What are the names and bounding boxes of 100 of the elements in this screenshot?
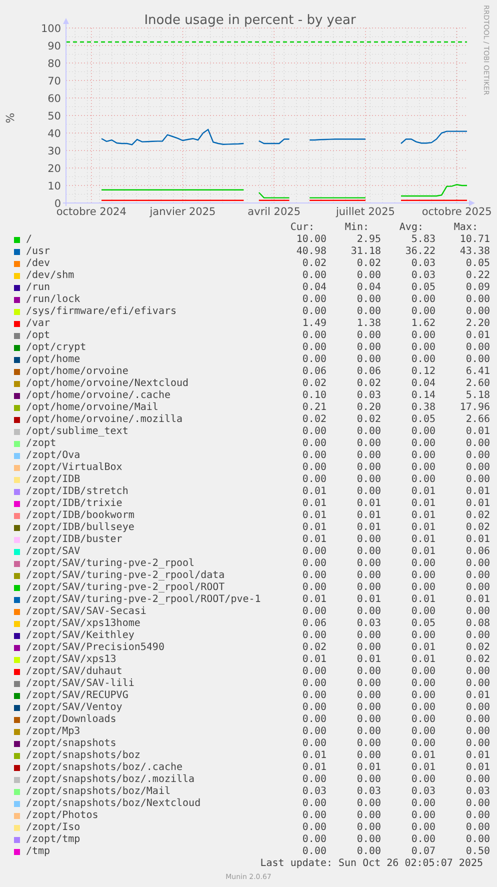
value-cell-text: 0.00 bbox=[410, 354, 436, 366]
value-cell-text: 0.00 bbox=[301, 354, 326, 366]
series-name: /var bbox=[26, 318, 52, 330]
value-cell-text: 0.01 bbox=[301, 498, 326, 510]
series-name: /zopt/SAV/xps13home bbox=[26, 618, 142, 630]
tick-label: janvier 2025 bbox=[150, 206, 216, 218]
value-cell-text: 0.00 bbox=[301, 438, 326, 450]
value-cell-text: 0.00 bbox=[356, 774, 381, 786]
value-cell-text: 0.00 bbox=[301, 330, 326, 342]
series-name: /zopt/SAV/xps13 bbox=[26, 654, 118, 666]
value-cell-text: 0.00 bbox=[356, 834, 381, 846]
series-name: /zopt/SAV/turing-pve-2_rpool bbox=[26, 558, 196, 570]
series-name: /zopt/SAV/SAV-Secasi bbox=[26, 606, 148, 618]
series-name: /zopt/snapshots/boz/Nextcloud bbox=[26, 798, 202, 810]
axis-title: % bbox=[4, 112, 17, 124]
value-cell-text: 0.00 bbox=[356, 270, 381, 282]
value-cell-text: 0.00 bbox=[356, 438, 381, 450]
value-cell-text: 0.00 bbox=[356, 582, 381, 594]
value-cell-text: 0.02 bbox=[356, 378, 381, 390]
value-cell-text: 0.00 bbox=[301, 306, 326, 318]
value-cell-text: 0.01 bbox=[410, 534, 436, 546]
value-cell-text: 0.00 bbox=[356, 678, 381, 690]
value-cell-text: 0.01 bbox=[410, 762, 436, 774]
series-name: /zopt/Downloads bbox=[26, 714, 118, 726]
series-name: /zopt/IDB/buster bbox=[26, 534, 124, 546]
value-cell-text: 0.00 bbox=[301, 846, 326, 858]
value-cell-text: 0.01 bbox=[356, 762, 381, 774]
series-name: /opt/home bbox=[26, 354, 82, 366]
series-name: /zopt/SAV/duhaut bbox=[26, 666, 124, 678]
value-cell-text: 0.38 bbox=[410, 402, 436, 414]
value-cell-text: 0.00 bbox=[301, 450, 326, 462]
value-cell-text: 31.18 bbox=[350, 246, 381, 258]
value-cell-text: 0.00 bbox=[356, 738, 381, 750]
series-name: /zopt bbox=[26, 438, 58, 450]
value-cell-text: 0.01 bbox=[410, 486, 436, 498]
value-cell-text: 0.00 bbox=[356, 354, 381, 366]
value-cell-text: 0.50 bbox=[464, 846, 490, 858]
value-cell-text: 0.00 bbox=[301, 606, 326, 618]
value-cell-text: 0.00 bbox=[301, 342, 326, 354]
value-cell-text: 0.00 bbox=[410, 462, 436, 474]
value-cell-text: 0.00 bbox=[301, 774, 326, 786]
value-cell-text: 0.01 bbox=[301, 594, 326, 606]
series-name: /opt/home/orvoine/.mozilla bbox=[26, 414, 184, 426]
series-name: /opt/home/orvoine/Nextcloud bbox=[26, 378, 190, 390]
series-name: /zopt/snapshots/boz/.mozilla bbox=[26, 774, 196, 786]
series-name: /zopt/SAV/SAV-lili bbox=[26, 678, 136, 690]
series-name: /zopt/snapshots/boz bbox=[26, 750, 142, 762]
series-name: /zopt/VirtualBox bbox=[26, 462, 124, 474]
value-cell-text: 0.00 bbox=[410, 666, 436, 678]
series-name: /zopt/snapshots bbox=[26, 738, 118, 750]
value-cell-text: 0.00 bbox=[464, 834, 490, 846]
value-cell-text: 0.00 bbox=[301, 270, 326, 282]
value-cell-text: 0.00 bbox=[464, 678, 490, 690]
value-cell-text: 0.06 bbox=[301, 618, 326, 630]
value-cell-text: 0.01 bbox=[410, 642, 436, 654]
value-cell-text: 0.05 bbox=[464, 258, 490, 270]
value-cell-text: 0.00 bbox=[356, 426, 381, 438]
value-cell-text: 2.20 bbox=[464, 318, 490, 330]
value-cell-text: 0.02 bbox=[301, 378, 326, 390]
value-cell-text: 0.00 bbox=[301, 834, 326, 846]
value-cell-text: 0.00 bbox=[356, 474, 381, 486]
series-name: /zopt/IDB/stretch bbox=[26, 486, 130, 498]
series-name: /zopt/IDB bbox=[26, 474, 82, 486]
value-cell-text: 0.02 bbox=[356, 258, 381, 270]
value-cell-text: 0.00 bbox=[356, 534, 381, 546]
series-name: /zopt/SAV/turing-pve-2_rpool/ROOT bbox=[26, 582, 226, 594]
value-cell-text: 0.00 bbox=[410, 342, 436, 354]
tick-label: 50 bbox=[48, 110, 61, 122]
value-cell-text: 0.02 bbox=[301, 258, 326, 270]
value-cell-text: 6.41 bbox=[464, 366, 490, 378]
value-cell-text: 0.01 bbox=[301, 510, 326, 522]
value-cell-text: 0.08 bbox=[464, 618, 490, 630]
value-cell-text: 0.00 bbox=[410, 738, 436, 750]
value-cell-text: 0.01 bbox=[464, 690, 490, 702]
value-cell-text: 0.00 bbox=[410, 774, 436, 786]
value-cell-text: 0.00 bbox=[464, 714, 490, 726]
series-name: /zopt/SAV bbox=[26, 546, 82, 558]
value-cell-text: 0.01 bbox=[410, 750, 436, 762]
value-cell-text: 0.00 bbox=[356, 702, 381, 714]
value-cell-text: 0.04 bbox=[356, 282, 381, 294]
value-cell-text: 0.01 bbox=[464, 486, 490, 498]
value-cell-text: 0.00 bbox=[301, 426, 326, 438]
value-cell-text: 0.01 bbox=[301, 750, 326, 762]
value-cell-text: 0.00 bbox=[410, 294, 436, 306]
value-cell-text: 0.20 bbox=[356, 402, 381, 414]
value-cell-text: 0.00 bbox=[356, 822, 381, 834]
chart-title: Inode usage in percent - by year bbox=[144, 13, 356, 28]
series-name: /dev bbox=[26, 258, 52, 270]
value-cell-text: 0.00 bbox=[464, 570, 490, 582]
value-cell-text: 0.01 bbox=[410, 546, 436, 558]
value-cell-text: 0.01 bbox=[464, 426, 490, 438]
value-cell-text: 0.01 bbox=[301, 534, 326, 546]
value-cell-text: 0.01 bbox=[356, 510, 381, 522]
last-update-text: Last update: Sun Oct 26 02:05:07 2025 bbox=[260, 858, 483, 869]
value-cell-text: 0.03 bbox=[356, 618, 381, 630]
tick-label: 40 bbox=[48, 128, 61, 140]
value-cell-text: 0.03 bbox=[410, 270, 436, 282]
value-cell-text: 0.00 bbox=[410, 810, 436, 822]
value-cell-text: 0.06 bbox=[301, 366, 326, 378]
value-cell-text: 0.00 bbox=[301, 738, 326, 750]
